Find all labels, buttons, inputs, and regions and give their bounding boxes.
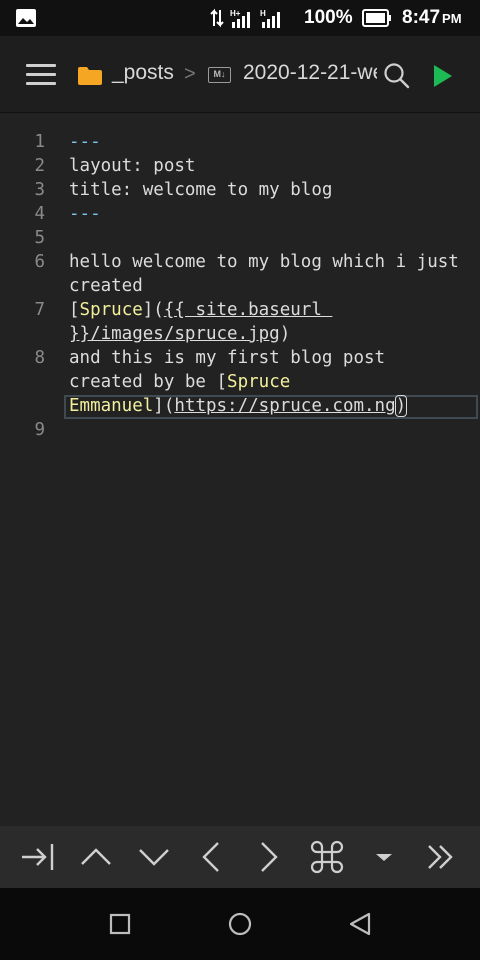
battery-icon xyxy=(362,9,391,27)
line-text: created by be [ xyxy=(69,372,228,392)
markdown-image-link: [Spruce]({{ site.baseurl xyxy=(69,300,332,320)
line-number: 6 xyxy=(34,252,45,272)
tab-key-icon[interactable] xyxy=(19,839,55,875)
clock-ampm: PM xyxy=(442,11,462,26)
svg-text:H: H xyxy=(260,9,266,18)
run-play-icon[interactable] xyxy=(432,63,454,89)
clock: 8:47 PM xyxy=(402,7,462,29)
line-number: 5 xyxy=(34,228,45,248)
link-url[interactable]: https://spruce.com.ng xyxy=(174,396,395,416)
breadcrumb-file[interactable]: 2020-12-21-welcome-to-my-blog.md xyxy=(243,61,377,85)
command-key-icon[interactable] xyxy=(309,839,345,875)
back-icon[interactable] xyxy=(345,910,375,938)
folder-icon xyxy=(78,67,102,85)
clock-time: 8:47 xyxy=(402,7,441,28)
image-notification-icon xyxy=(16,9,36,27)
extra-keys-bar xyxy=(0,826,480,888)
right-arrow-icon[interactable] xyxy=(251,839,287,875)
markdown-link: Emmanuel](https://spruce.com.ng) xyxy=(69,395,408,417)
app-toolbar: _posts > M↓ 2020-12-21-welcome-to-my-blo… xyxy=(0,36,480,113)
line-text: layout: post xyxy=(69,156,196,176)
dropdown-icon[interactable] xyxy=(366,839,402,875)
line-number: 2 xyxy=(34,156,45,176)
line-text: and this is my first blog post xyxy=(69,348,386,368)
breadcrumb-separator: > xyxy=(184,63,196,85)
markdown-image-link: }}/images/spruce.jpg) xyxy=(69,324,290,344)
line-number: 8 xyxy=(34,348,45,368)
bracket: [ xyxy=(69,300,80,320)
link-text: Spruce xyxy=(79,300,143,320)
line-number: 1 xyxy=(34,132,45,152)
battery-percent: 100% xyxy=(304,7,353,28)
search-icon[interactable] xyxy=(383,62,411,90)
line-number: 7 xyxy=(34,300,45,320)
line-text: created xyxy=(69,276,143,296)
line-text: hello welcome to my blog which i just xyxy=(69,252,459,272)
line-number: 9 xyxy=(34,420,45,440)
up-arrow-icon[interactable] xyxy=(78,839,114,875)
matching-bracket: ) xyxy=(394,395,408,417)
front-matter-delimiter: --- xyxy=(69,204,101,224)
breadcrumb-folder[interactable]: _posts xyxy=(112,61,174,85)
left-arrow-icon[interactable] xyxy=(193,839,229,875)
line-number: 3 xyxy=(34,180,45,200)
link-url[interactable]: }}/images/spruce.jpg xyxy=(69,324,280,344)
home-icon[interactable] xyxy=(225,910,255,938)
hamburger-menu-icon[interactable] xyxy=(26,64,56,86)
front-matter-delimiter: --- xyxy=(69,132,101,152)
line-number: 4 xyxy=(34,204,45,224)
markdown-link: created by be [Spruce xyxy=(69,372,290,392)
link-url[interactable]: {{ site.baseurl xyxy=(164,300,333,320)
bracket: ) xyxy=(279,324,291,344)
status-bar: H+ H 100% 8:47 PM xyxy=(0,0,480,36)
code-editor[interactable]: 1 --- 2 layout: post 3 title: welcome to… xyxy=(0,113,480,826)
markdown-file-icon: M↓ xyxy=(208,67,231,83)
recents-icon[interactable] xyxy=(105,910,135,938)
bracket: ]( xyxy=(153,396,175,416)
down-arrow-icon[interactable] xyxy=(136,839,172,875)
line-text: title: welcome to my blog xyxy=(69,180,333,200)
link-text: Emmanuel xyxy=(69,396,154,416)
system-navigation-bar xyxy=(0,888,480,960)
signal-icon: H+ H xyxy=(210,8,280,28)
bracket: ]( xyxy=(142,300,164,320)
more-keys-icon[interactable] xyxy=(424,839,460,875)
link-text: Spruce xyxy=(227,372,291,392)
svg-text:H+: H+ xyxy=(230,9,241,18)
